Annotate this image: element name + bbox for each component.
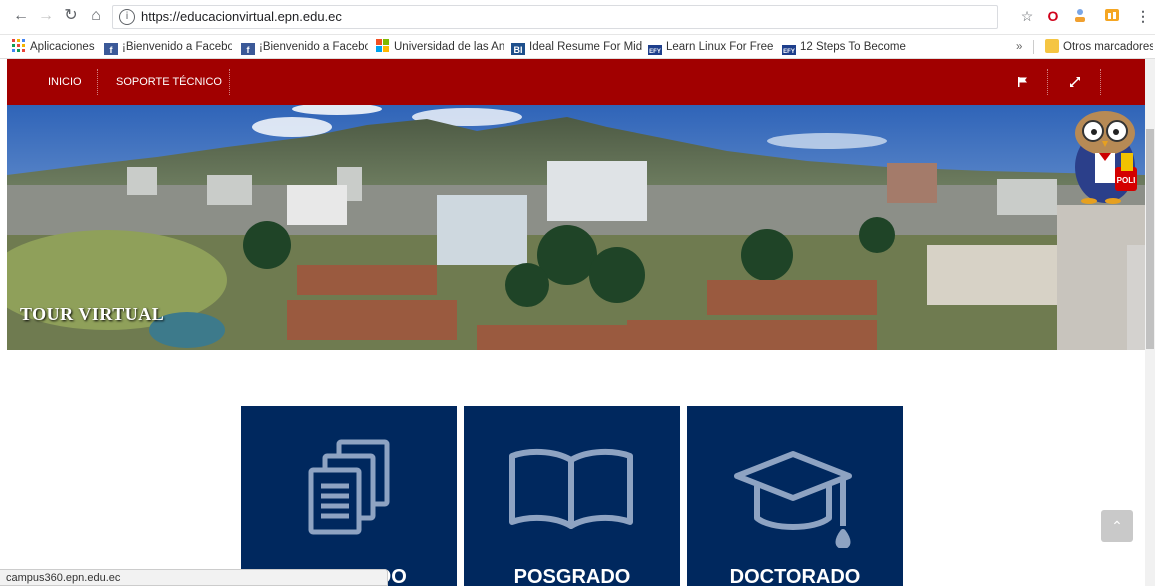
nav-support-link[interactable]: SOPORTE TÉCNICO [116, 59, 222, 105]
campus-panorama [7, 105, 1145, 350]
menu-kebab-icon[interactable]: ⋮ [1134, 7, 1152, 25]
nav-home-link[interactable]: INICIO [48, 59, 82, 105]
bookmark-label: 12 Steps To Become A [800, 41, 907, 53]
other-bookmarks-folder[interactable]: Otros marcadores [1045, 39, 1153, 55]
user-sync-icon[interactable] [1071, 7, 1089, 25]
bookmark-label: ¡Bienvenido a Facebo [259, 41, 368, 53]
back-arrow-icon[interactable]: ← [12, 7, 30, 25]
site-info-icon[interactable]: i [119, 9, 135, 25]
bookmark-star-icon[interactable]: ☆ [1018, 7, 1036, 25]
page-viewport: INICIO SOPORTE TÉCNICO TOUR VIRTUAL POLI… [0, 59, 1145, 586]
open-book-icon [506, 442, 636, 537]
bookmark-facebook-1[interactable]: f ¡Bienvenido a Facebo [104, 39, 232, 55]
site-navbar: INICIO SOPORTE TÉCNICO [7, 59, 1145, 105]
graduation-cap-icon [731, 448, 855, 553]
bookmark-facebook-2[interactable]: f ¡Bienvenido a Facebo [241, 39, 368, 55]
nav-separator [97, 69, 98, 95]
tile-posgrado[interactable]: POSGRADO [464, 406, 680, 586]
documents-icon [307, 438, 393, 543]
browser-toolbar: ← → ↻ ⌂ i https://educacionvirtual.epn.e… [0, 0, 1155, 35]
address-url[interactable]: https://educacionvirtual.epn.edu.ec [141, 9, 342, 24]
forward-arrow-icon[interactable]: → [37, 7, 55, 25]
page-scrollbar[interactable] [1145, 59, 1155, 586]
nav-separator [1047, 69, 1048, 95]
fullscreen-icon[interactable] [1069, 75, 1081, 93]
efy-icon: EFY [648, 45, 662, 55]
bookmark-12-steps[interactable]: EFY 12 Steps To Become A [782, 39, 907, 55]
address-bar[interactable]: i https://educacionvirtual.epn.edu.ec [112, 5, 998, 29]
reload-icon[interactable]: ↻ [62, 7, 80, 25]
tile-label: POSGRADO [513, 566, 631, 586]
status-bubble: campus360.epn.edu.ec [0, 569, 388, 586]
bookmark-label: Otros marcadores [1063, 41, 1153, 53]
hero-panorama-image[interactable]: TOUR VIRTUAL POLI [7, 105, 1145, 350]
poli-badge: POLI [1117, 176, 1136, 185]
bookmark-label: Ideal Resume For Mid [529, 41, 643, 53]
bookmarks-bar: Aplicaciones f ¡Bienvenido a Facebo f ¡Bie… [0, 35, 1155, 59]
scroll-to-top-button[interactable]: ⌃ [1101, 510, 1133, 542]
tour-virtual-caption[interactable]: TOUR VIRTUAL [20, 304, 164, 325]
flag-icon[interactable] [1017, 75, 1029, 93]
tile-pregrado[interactable]: PREGRADO [241, 406, 457, 586]
tile-label: DOCTORADO [729, 566, 861, 586]
folder-icon [1045, 39, 1059, 53]
apps-grid-icon [12, 39, 26, 53]
extension-icon[interactable] [1103, 7, 1121, 25]
facebook-icon: f [104, 43, 118, 55]
efy-icon: EFY [782, 45, 796, 55]
owl-mascot-icon[interactable]: POLI [1069, 109, 1141, 210]
bookmark-ideal-resume[interactable]: BI Ideal Resume For Mid [511, 39, 643, 55]
scrollbar-thumb[interactable] [1146, 129, 1154, 349]
nav-separator [229, 69, 230, 95]
bookmark-apps[interactable]: Aplicaciones [12, 39, 98, 55]
bookmark-label: Universidad de las An [394, 41, 504, 53]
home-icon[interactable]: ⌂ [87, 7, 105, 25]
facebook-icon: f [241, 43, 255, 55]
bookmark-label: Aplicaciones [30, 41, 95, 53]
bookmark-label: Learn Linux For Free F [666, 41, 773, 53]
bookmark-label: ¡Bienvenido a Facebo [122, 41, 232, 53]
bookmark-learn-linux[interactable]: EFY Learn Linux For Free F [648, 39, 773, 55]
nav-separator [1100, 69, 1101, 95]
bookmarks-overflow-button[interactable]: » [1016, 39, 1028, 55]
bookmarks-divider [1033, 40, 1034, 54]
tile-doctorado[interactable]: DOCTORADO [687, 406, 903, 586]
opera-icon[interactable]: O [1044, 7, 1062, 25]
bi-icon: BI [511, 43, 525, 55]
chevron-up-icon: ⌃ [1111, 518, 1123, 534]
microsoft-icon [376, 39, 390, 53]
bookmark-universidad[interactable]: Universidad de las An [376, 39, 504, 55]
